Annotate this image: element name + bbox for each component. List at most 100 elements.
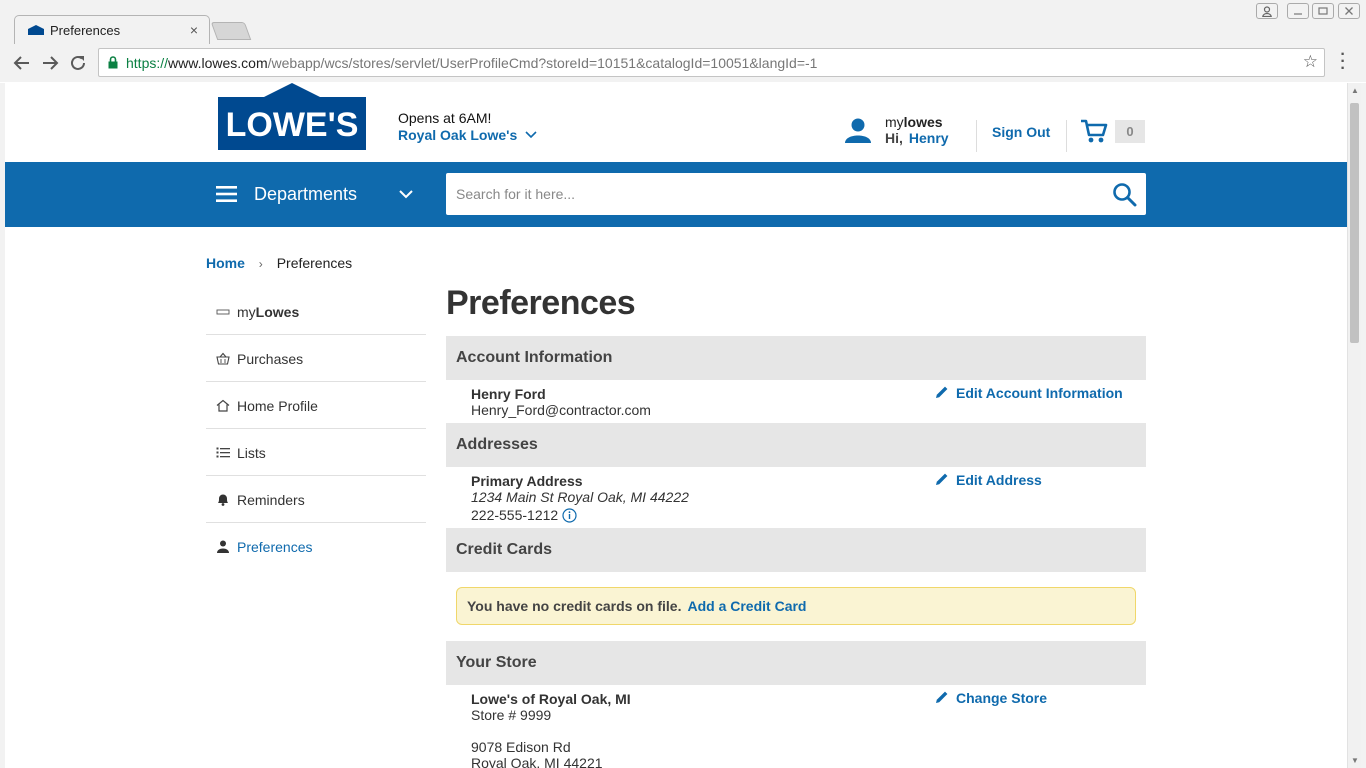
bookmark-star-icon[interactable]: ☆: [1303, 52, 1318, 72]
store-number: Store # 9999: [471, 707, 552, 723]
lock-icon: [108, 56, 118, 69]
tab-strip: Preferences ×: [0, 0, 1366, 44]
breadcrumb-separator-icon: ›: [258, 257, 263, 271]
edit-address-label: Edit Address: [956, 472, 1042, 488]
store-hours: Opens at 6AM!: [398, 110, 492, 126]
search-input[interactable]: [456, 173, 1096, 215]
sidebar-item-label: Preferences: [237, 539, 313, 555]
reload-button[interactable]: [67, 52, 89, 74]
change-store-link[interactable]: Change Store: [935, 690, 1047, 706]
scrollbar-thumb[interactable]: [1350, 103, 1359, 343]
change-store-label: Change Store: [956, 690, 1048, 706]
your-store-heading: Your Store: [446, 641, 1146, 685]
profile-button[interactable]: [1256, 3, 1278, 19]
sidebar-item-lists[interactable]: Lists: [206, 429, 426, 476]
greeting-text: Hi,: [885, 130, 903, 146]
edit-account-info-link[interactable]: Edit Account Information: [935, 385, 1123, 401]
lowes-logo[interactable]: LOWE'S: [218, 83, 366, 150]
store-street: 9078 Edison Rd: [471, 739, 571, 755]
url-text: https://www.lowes.com/webapp/wcs/stores/…: [126, 55, 817, 71]
tab-close-icon[interactable]: ×: [190, 22, 198, 38]
new-tab-button[interactable]: [210, 22, 252, 40]
user-name[interactable]: Henry: [909, 130, 949, 146]
list-icon: [216, 447, 230, 458]
edit-account-info-label: Edit Account Information: [956, 385, 1123, 401]
breadcrumb: Home › Preferences: [206, 255, 352, 271]
page: LOWE'S Opens at 6AM! Royal Oak Lowe's my…: [5, 83, 1347, 768]
page-scrollbar[interactable]: ▲ ▼: [1347, 83, 1361, 768]
cart-icon[interactable]: [1080, 118, 1108, 144]
user-greeting: Hi, Henry: [885, 130, 949, 146]
sidebar-item-purchases[interactable]: Purchases: [206, 335, 426, 382]
close-window-button[interactable]: [1338, 3, 1360, 19]
search-icon[interactable]: [1112, 182, 1137, 207]
departments-label: Departments: [254, 184, 358, 204]
sidebar-item-label: myLowes: [237, 304, 299, 320]
url-scheme: https://: [126, 55, 169, 71]
account-sidebar: myLowes Purchases Home Profile Lists Rem…: [206, 288, 426, 570]
cart-count-badge[interactable]: 0: [1115, 120, 1145, 143]
minimize-button[interactable]: [1287, 3, 1309, 19]
sidebar-item-reminders[interactable]: Reminders: [206, 476, 426, 523]
account-info-heading: Account Information: [446, 336, 1146, 380]
pencil-icon: [936, 473, 948, 485]
header-divider: [1066, 120, 1067, 152]
house-icon: [216, 399, 230, 412]
credit-cards-section: You have no credit cards on file. Add a C…: [446, 572, 1146, 641]
store-city: Royal Oak, MI 44221: [471, 755, 603, 768]
hamburger-menu-icon: [216, 186, 237, 202]
lowes-favicon-icon: [28, 25, 44, 35]
user-account-icon[interactable]: [844, 117, 872, 143]
store-selector[interactable]: Royal Oak Lowe's: [398, 127, 517, 143]
person-icon: [217, 540, 229, 553]
breadcrumb-current: Preferences: [276, 255, 353, 271]
main-navbar: Departments: [5, 162, 1347, 227]
tab-title: Preferences: [50, 23, 121, 38]
url-host: www.lowes.com: [168, 55, 268, 71]
browser-toolbar: https://www.lowes.com/webapp/wcs/stores/…: [0, 44, 1366, 82]
chevron-down-icon: [399, 190, 413, 199]
url-path: /webapp/wcs/stores/servlet/UserProfileCm…: [267, 55, 818, 71]
account-info-section: Henry Ford Henry_Ford@contractor.com Edi…: [446, 380, 1146, 423]
credit-cards-heading: Credit Cards: [446, 528, 1146, 572]
browser-menu-icon[interactable]: · · ·: [1336, 47, 1350, 77]
forward-button[interactable]: [39, 52, 61, 74]
minimize-icon: [1294, 13, 1302, 15]
maximize-icon: [1318, 7, 1328, 15]
no-credit-cards-text: You have no credit cards on file.: [467, 598, 682, 614]
close-icon: [1345, 7, 1353, 15]
sidebar-item-label: Purchases: [237, 351, 304, 367]
browser-tab[interactable]: Preferences ×: [14, 15, 210, 44]
phone-row: 222-555-1212: [471, 507, 1121, 523]
edit-address-link[interactable]: Edit Address: [935, 472, 1042, 488]
addresses-section: Primary Address 1234 Main St Royal Oak, …: [446, 467, 1146, 528]
back-button[interactable]: [11, 52, 33, 74]
pencil-icon: [936, 386, 948, 398]
sidebar-item-home-profile[interactable]: Home Profile: [206, 382, 426, 429]
scroll-down-arrow-icon[interactable]: ▼: [1351, 756, 1359, 765]
sidebar-item-label: Lists: [237, 445, 266, 461]
sign-out-link[interactable]: Sign Out: [992, 124, 1050, 140]
basket-icon: [216, 352, 230, 365]
account-email: Henry_Ford@contractor.com: [471, 402, 651, 418]
maximize-button[interactable]: [1312, 3, 1334, 19]
forward-arrow-icon: [43, 56, 59, 70]
sidebar-item-preferences[interactable]: Preferences: [206, 523, 426, 570]
sidebar-mylowes-bold: Lowes: [255, 304, 300, 320]
search-bar: [446, 173, 1146, 215]
chevron-down-icon[interactable]: [525, 131, 537, 139]
your-store-section: Lowe's of Royal Oak, MI Store # 9999 907…: [446, 685, 1146, 768]
address-bar[interactable]: https://www.lowes.com/webapp/wcs/stores/…: [98, 48, 1325, 77]
no-credit-cards-notice: You have no credit cards on file. Add a C…: [456, 587, 1136, 625]
browser-chrome: Preferences × https://www.lowes.com/weba…: [0, 0, 1366, 82]
mylowes-label[interactable]: mylowes: [885, 114, 943, 130]
add-credit-card-link[interactable]: Add a Credit Card: [687, 598, 806, 614]
window-frame-right: [1361, 83, 1366, 768]
info-icon[interactable]: [562, 508, 577, 523]
scroll-up-arrow-icon[interactable]: ▲: [1351, 86, 1359, 95]
mylowes-prefix: my: [885, 114, 904, 130]
sidebar-item-mylowes[interactable]: myLowes: [206, 288, 426, 335]
breadcrumb-home-link[interactable]: Home: [206, 255, 245, 271]
sidebar-item-label: Home Profile: [237, 398, 318, 414]
reload-icon: [71, 55, 85, 70]
